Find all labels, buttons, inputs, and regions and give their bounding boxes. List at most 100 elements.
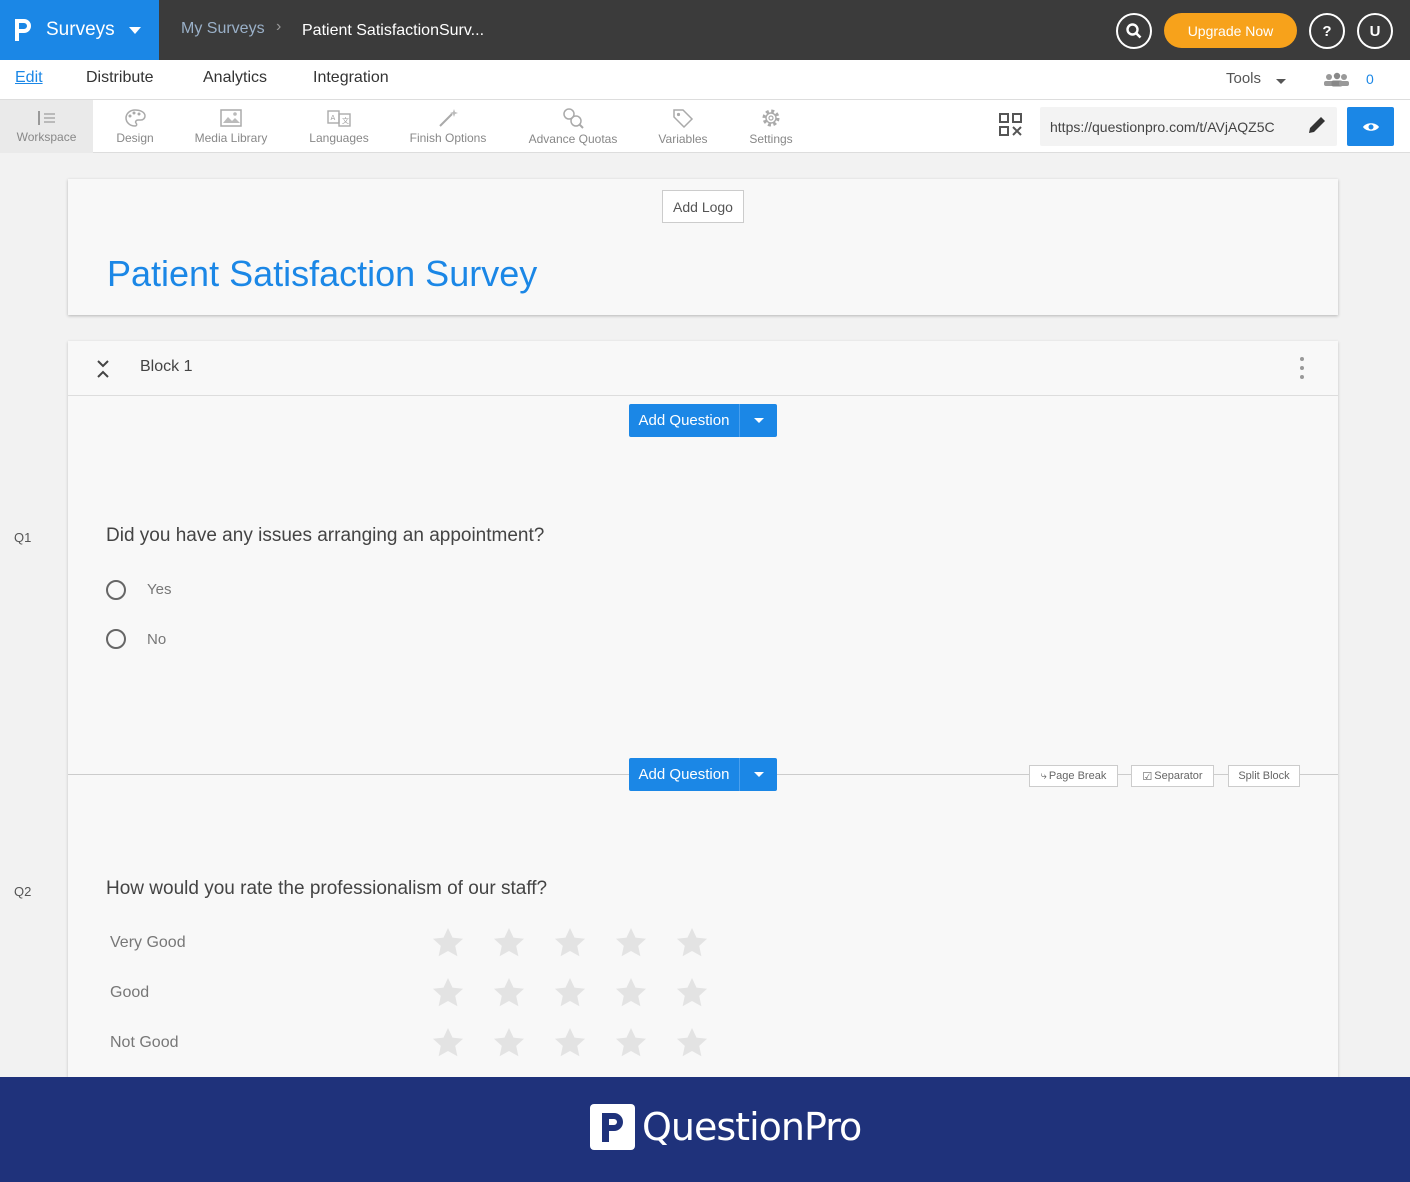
collapse-icon[interactable] (96, 359, 110, 379)
tool-settings[interactable]: Settings (744, 100, 798, 153)
tool-workspace[interactable]: Workspace (0, 100, 93, 153)
survey-header-card: Add Logo Patient Satisfaction Survey (68, 179, 1338, 315)
radio-option-no[interactable] (106, 629, 126, 649)
star-icon[interactable] (554, 927, 586, 957)
block-name[interactable]: Block 1 (140, 358, 192, 376)
question-number: Q2 (14, 884, 32, 899)
rating-row-label: Good (110, 984, 150, 1001)
star-icon[interactable] (493, 927, 525, 957)
product-name: Surveys (46, 19, 115, 40)
editor-toolbar: Workspace Design Media Library A 文 Langu… (0, 100, 1410, 153)
add-question-label: Add Question (638, 412, 730, 429)
palette-icon (125, 109, 146, 127)
option-label-no: No (147, 631, 167, 648)
rating-row-label: Not Good (110, 1034, 179, 1051)
star-icon[interactable] (554, 977, 586, 1007)
tool-label: Languages (309, 131, 369, 145)
upgrade-now-button[interactable]: Upgrade Now (1164, 13, 1297, 48)
tools-dropdown[interactable]: Tools (1226, 70, 1261, 87)
chevron-down-icon (753, 772, 764, 777)
survey-title[interactable]: Patient Satisfaction Survey (107, 253, 537, 295)
star-icon[interactable] (554, 1027, 586, 1057)
questionpro-logo-icon (590, 1104, 635, 1150)
top-bar: Surveys My Surveys › Patient Satisfactio… (0, 0, 1410, 60)
star-icon[interactable] (615, 1027, 647, 1057)
star-icon[interactable] (432, 1027, 464, 1057)
star-icon[interactable] (676, 927, 708, 957)
tool-advance-quotas[interactable]: Advance Quotas (523, 100, 623, 153)
page-break-label: Page Break (1048, 770, 1107, 782)
search-button[interactable] (1116, 13, 1152, 49)
add-logo-button[interactable]: Add Logo (662, 190, 744, 223)
brand-footer: QuestionPro (0, 1077, 1410, 1182)
breadcrumb-current-survey: Patient SatisfactionSurv... (302, 22, 485, 39)
product-switcher[interactable]: Surveys (0, 0, 159, 60)
chevron-down-icon (753, 418, 764, 423)
tool-languages[interactable]: A 文 Languages (304, 100, 374, 153)
tool-label: Workspace (16, 130, 77, 144)
footer-brand-name: QuestionPro (642, 1105, 862, 1149)
tool-label: Advance Quotas (528, 132, 618, 146)
split-block-label: Split Block (1238, 770, 1290, 782)
add-question-button[interactable]: Add Question (629, 758, 777, 791)
star-icon[interactable] (493, 1027, 525, 1057)
page-break-icon: ⤷ (1040, 769, 1047, 782)
tool-label: Design (116, 131, 154, 145)
tool-variables[interactable]: Variables (653, 100, 713, 153)
rating-row-label: Very Good (110, 934, 186, 951)
more-options-icon[interactable] (1298, 355, 1306, 381)
split-block-button[interactable]: Split Block (1228, 765, 1300, 787)
collaborators-icon[interactable] (1322, 72, 1350, 88)
question-number: Q1 (14, 530, 32, 545)
checkbox-icon: ☑ (1142, 770, 1153, 783)
star-icon[interactable] (493, 977, 525, 1007)
user-avatar[interactable]: U (1357, 13, 1393, 49)
block-header: Block 1 (68, 341, 1338, 396)
star-icon[interactable] (615, 977, 647, 1007)
tool-label: Media Library (194, 131, 268, 145)
svg-text:A: A (331, 114, 336, 122)
tag-icon (673, 109, 694, 129)
star-icon[interactable] (676, 977, 708, 1007)
search-icon (1126, 23, 1142, 39)
tool-label: Settings (749, 132, 793, 146)
chevron-down-icon (128, 26, 141, 34)
add-question-dropdown[interactable] (740, 418, 777, 423)
quota-icon (563, 108, 584, 129)
option-label-yes: Yes (147, 581, 172, 598)
translate-icon: A 文 (327, 110, 351, 127)
workspace-icon (37, 111, 55, 125)
page-break-button[interactable]: ⤷ Page Break (1029, 765, 1118, 787)
menu-integration[interactable]: Integration (313, 69, 389, 87)
add-question-label: Add Question (638, 766, 730, 783)
add-question-dropdown[interactable] (740, 772, 777, 777)
question-text[interactable]: Did you have any issues arranging an app… (106, 525, 544, 547)
radio-option-yes[interactable] (106, 580, 126, 600)
survey-url-field[interactable]: https://questionpro.com/t/AVjAQZ5C (1040, 107, 1337, 146)
star-icon[interactable] (676, 1027, 708, 1057)
tool-finish-options[interactable]: Finish Options (403, 100, 493, 153)
tool-media-library[interactable]: Media Library (188, 100, 274, 153)
chevron-down-icon (1276, 79, 1286, 84)
star-icon[interactable] (432, 927, 464, 957)
question-text[interactable]: How would you rate the professionalism o… (106, 878, 547, 900)
menu-distribute[interactable]: Distribute (86, 69, 154, 87)
help-button[interactable]: ? (1309, 13, 1345, 49)
tool-design[interactable]: Design (104, 100, 166, 153)
menu-edit[interactable]: Edit (15, 69, 43, 87)
add-question-button[interactable]: Add Question (629, 404, 777, 437)
eye-icon (1362, 122, 1379, 131)
menu-analytics[interactable]: Analytics (203, 69, 267, 87)
collaborators-count: 0 (1366, 71, 1374, 87)
star-icon[interactable] (615, 927, 647, 957)
star-icon[interactable] (432, 977, 464, 1007)
breadcrumb-separator-icon: › (276, 18, 282, 35)
tool-label: Finish Options (409, 131, 487, 145)
preview-button[interactable] (1347, 107, 1394, 146)
svg-text:文: 文 (342, 116, 349, 125)
breadcrumb-my-surveys[interactable]: My Surveys (181, 20, 265, 38)
qr-code-icon[interactable] (999, 113, 1023, 137)
separator-button[interactable]: ☑ Separator (1131, 765, 1214, 787)
pencil-icon[interactable] (1306, 114, 1328, 136)
main-menu-bar: Edit Distribute Analytics Integration To… (0, 60, 1410, 100)
